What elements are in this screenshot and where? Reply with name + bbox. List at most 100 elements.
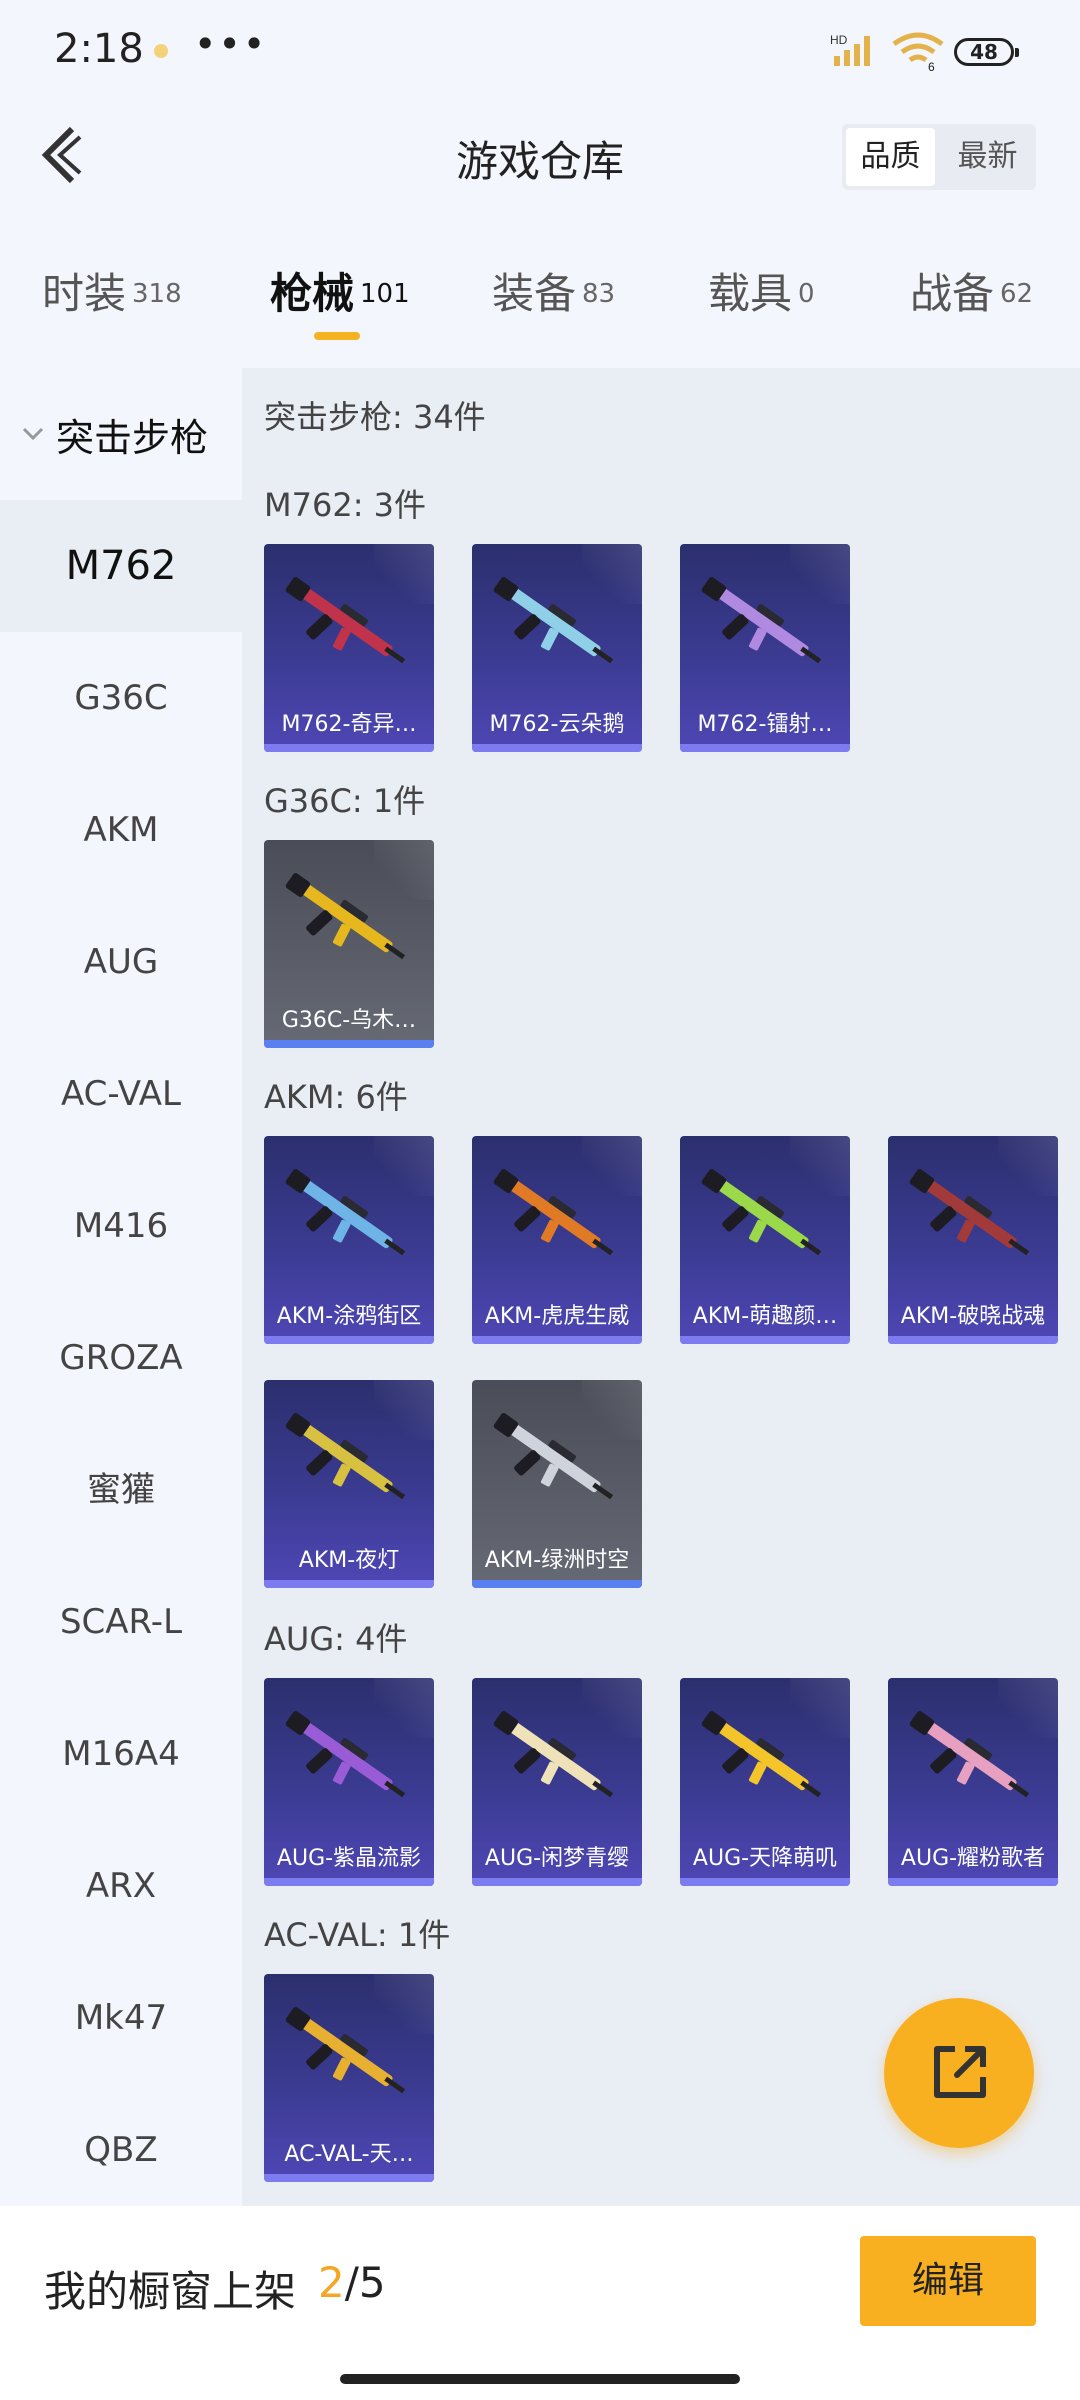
skin-card[interactable]: AUG-天降萌叽 [680, 1678, 850, 1886]
share-button[interactable] [884, 1998, 1034, 2148]
sort-newest-button[interactable]: 最新 [939, 124, 1036, 190]
sort-toggle[interactable]: 品质 最新 [842, 124, 1036, 190]
tab-count: 0 [798, 278, 815, 309]
tab-count: 83 [582, 278, 616, 309]
card-quality-stripe [680, 1878, 850, 1886]
card-quality-stripe [472, 1580, 642, 1588]
skin-card[interactable]: M762-奇异… [264, 544, 434, 752]
sidebar-item-qbz[interactable]: QBZ [0, 2084, 242, 2216]
sort-quality-button[interactable]: 品质 [846, 128, 935, 186]
sidebar-item-m762[interactable]: M762 [0, 500, 242, 632]
skin-card[interactable]: AUG-紫晶流影 [264, 1678, 434, 1886]
tab-label: 载具 [708, 269, 793, 318]
tab-label: 枪械 [270, 269, 355, 318]
home-indicator[interactable] [340, 2374, 740, 2384]
card-quality-stripe [472, 1878, 642, 1886]
battery-icon: 48 [954, 38, 1019, 66]
skin-card[interactable]: M762-云朵鹅 [472, 544, 642, 752]
card-corner-shine [374, 1136, 434, 1196]
card-corner-shine [790, 544, 850, 604]
skin-name: AKM-涂鸦街区 [276, 1304, 422, 1329]
card-corner-shine [582, 1136, 642, 1196]
card-corner-shine [374, 1380, 434, 1440]
share-export-icon [934, 2046, 986, 2098]
sidebar-item-m16a4[interactable]: M16A4 [0, 1688, 242, 1820]
skin-card[interactable]: AUG-闲梦青缨 [472, 1678, 642, 1886]
skin-name: AC-VAL-天… [284, 2142, 414, 2167]
skin-name: AUG-天降萌叽 [692, 1846, 838, 1871]
sidebar-item-akm[interactable]: AKM [0, 764, 242, 896]
inventory-content: 突击步枪: 34件 M762: 3件 M762-奇异… M762-云朵鹅 M76… [242, 368, 1080, 2208]
sidebar-item-ac-val[interactable]: AC-VAL [0, 1028, 242, 1160]
signal-icon: HD [830, 33, 870, 66]
category-summary: 突击步枪: 34件 [264, 398, 486, 436]
card-quality-stripe [264, 1580, 434, 1588]
weapon-sidebar: 突击步枪 M762 G36C AKM AUG AC-VAL M416 GROZA… [0, 368, 242, 2208]
skin-name: M762-云朵鹅 [489, 712, 625, 737]
skin-card[interactable]: AKM-绿洲时空 [472, 1380, 642, 1588]
sidebar-item-mk47[interactable]: Mk47 [0, 1952, 242, 2084]
skin-name: M762-奇异… [281, 712, 417, 737]
skin-card[interactable]: AKM-夜灯 [264, 1380, 434, 1588]
sidebar-item-aug[interactable]: AUG [0, 896, 242, 1028]
tab-fashion[interactable]: 时装 318 [42, 260, 182, 360]
section-title-ac-val: AC-VAL: 1件 [264, 1916, 451, 1954]
card-quality-stripe [264, 1336, 434, 1344]
sidebar-item-scar-l[interactable]: SCAR-L [0, 1556, 242, 1688]
skin-name: AKM-绿洲时空 [484, 1548, 630, 1573]
sidebar-item-honey-badger[interactable]: 蜜獾 [0, 1424, 242, 1556]
edit-button[interactable]: 编辑 [860, 2236, 1036, 2326]
card-quality-stripe [264, 1878, 434, 1886]
active-tab-indicator [314, 332, 360, 340]
chevron-down-icon [22, 427, 44, 441]
sidebar-item-g36c[interactable]: G36C [0, 632, 242, 764]
card-quality-stripe [888, 1336, 1058, 1344]
skin-card[interactable]: M762-镭射… [680, 544, 850, 752]
card-corner-shine [374, 544, 434, 604]
skin-card[interactable]: AKM-涂鸦街区 [264, 1136, 434, 1344]
showcase-current: 2 [318, 2258, 345, 2307]
tab-count: 318 [132, 278, 182, 309]
skin-name: AKM-破晓战魂 [900, 1304, 1046, 1329]
card-quality-stripe [680, 744, 850, 752]
card-corner-shine [790, 1678, 850, 1738]
skin-card[interactable]: AKM-萌趣颜… [680, 1136, 850, 1344]
card-quality-stripe [264, 744, 434, 752]
skin-name: AUG-闲梦青缨 [484, 1846, 630, 1871]
tab-supplies[interactable]: 战备 62 [910, 260, 1033, 360]
card-quality-stripe [264, 1040, 434, 1048]
wifi-icon: 6 [892, 32, 944, 72]
tab-equipment[interactable]: 装备 83 [492, 260, 615, 360]
card-corner-shine [582, 1380, 642, 1440]
tab-label: 时装 [42, 269, 127, 318]
showcase-total: /5 [344, 2258, 386, 2307]
skin-card[interactable]: G36C-乌木… [264, 840, 434, 1048]
skin-card[interactable]: AC-VAL-天… [264, 1974, 434, 2182]
sidebar-item-m416[interactable]: M416 [0, 1160, 242, 1292]
skin-card[interactable]: AKM-虎虎生威 [472, 1136, 642, 1344]
tab-label: 装备 [492, 269, 577, 318]
card-corner-shine [374, 1974, 434, 2034]
card-quality-stripe [888, 1878, 1058, 1886]
notification-dot-icon [154, 44, 168, 58]
status-time: 2:18 [54, 26, 144, 72]
sidebar-item-groza[interactable]: GROZA [0, 1292, 242, 1424]
sidebar-item-arx[interactable]: ARX [0, 1820, 242, 1952]
skin-name: AUG-耀粉歌者 [900, 1846, 1046, 1871]
tab-vehicles[interactable]: 载具 0 [708, 260, 815, 360]
skin-name: AUG-紫晶流影 [276, 1846, 422, 1871]
skin-card[interactable]: AUG-耀粉歌者 [888, 1678, 1058, 1886]
tab-count: 101 [360, 278, 410, 309]
card-quality-stripe [472, 1336, 642, 1344]
showcase-count: 2/5 [318, 2258, 386, 2307]
card-corner-shine [790, 1136, 850, 1196]
card-corner-shine [374, 840, 434, 900]
sidebar-group-label: 突击步枪 [56, 415, 209, 460]
skin-name: AKM-虎虎生威 [484, 1304, 630, 1329]
section-title-m762: M762: 3件 [264, 486, 427, 524]
card-quality-stripe [680, 1336, 850, 1344]
skin-name: M762-镭射… [697, 712, 833, 737]
skin-card[interactable]: AKM-破晓战魂 [888, 1136, 1058, 1344]
tab-guns[interactable]: 枪械 101 [270, 260, 410, 360]
sidebar-group-header[interactable]: 突击步枪 [0, 368, 242, 500]
